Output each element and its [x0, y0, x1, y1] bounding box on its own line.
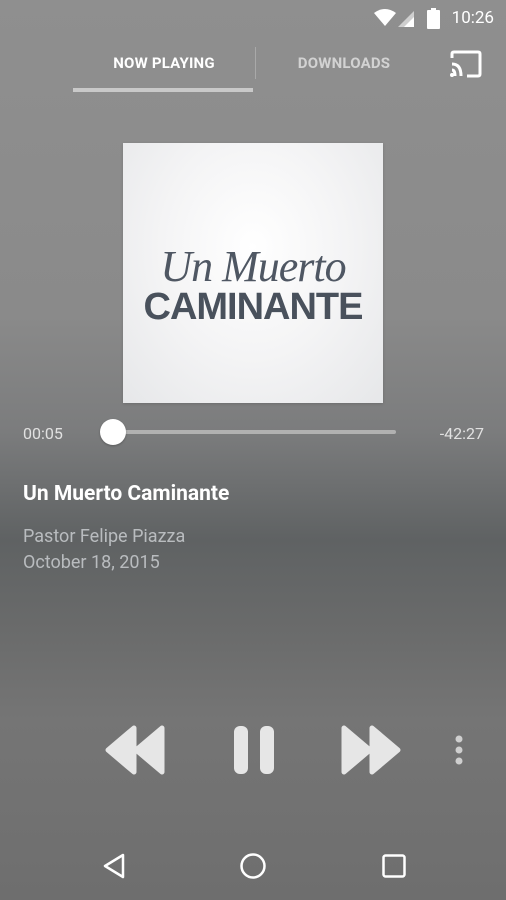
nav-home-icon[interactable] [239, 852, 267, 880]
signal-icon [398, 11, 414, 27]
album-art: Un Muerto CAMINANTE [123, 143, 383, 403]
nav-recents-icon[interactable] [381, 853, 407, 879]
pause-icon[interactable] [233, 722, 275, 778]
fast-forward-icon[interactable] [340, 722, 402, 778]
album-art-bold-text: CAMINANTE [143, 286, 364, 328]
track-title: Un Muerto Caminante [23, 482, 230, 506]
track-artist: Pastor Felipe Piazza [23, 526, 186, 547]
remaining-time: -42:27 [439, 424, 484, 443]
seek-thumb[interactable] [99, 419, 126, 445]
elapsed-time: 00:05 [23, 424, 63, 443]
tab-downloads[interactable]: DOWNLOADS [258, 54, 430, 78]
tab-now-playing[interactable]: NOW PLAYING [74, 54, 254, 78]
album-art-script-text: Un Muerto [160, 242, 346, 291]
tab-divider [255, 47, 256, 79]
more-vert-icon[interactable] [450, 722, 468, 778]
battery-icon [427, 8, 440, 29]
wifi-icon [374, 9, 396, 26]
nav-back-icon[interactable] [101, 852, 127, 880]
rewind-icon[interactable] [104, 722, 166, 778]
status-bar: 10:26 [0, 0, 506, 36]
cast-icon[interactable] [449, 50, 483, 78]
status-time: 10:26 [451, 8, 494, 28]
track-date: October 18, 2015 [23, 552, 160, 573]
seek-bar[interactable] [112, 430, 396, 434]
tab-indicator [73, 88, 253, 92]
